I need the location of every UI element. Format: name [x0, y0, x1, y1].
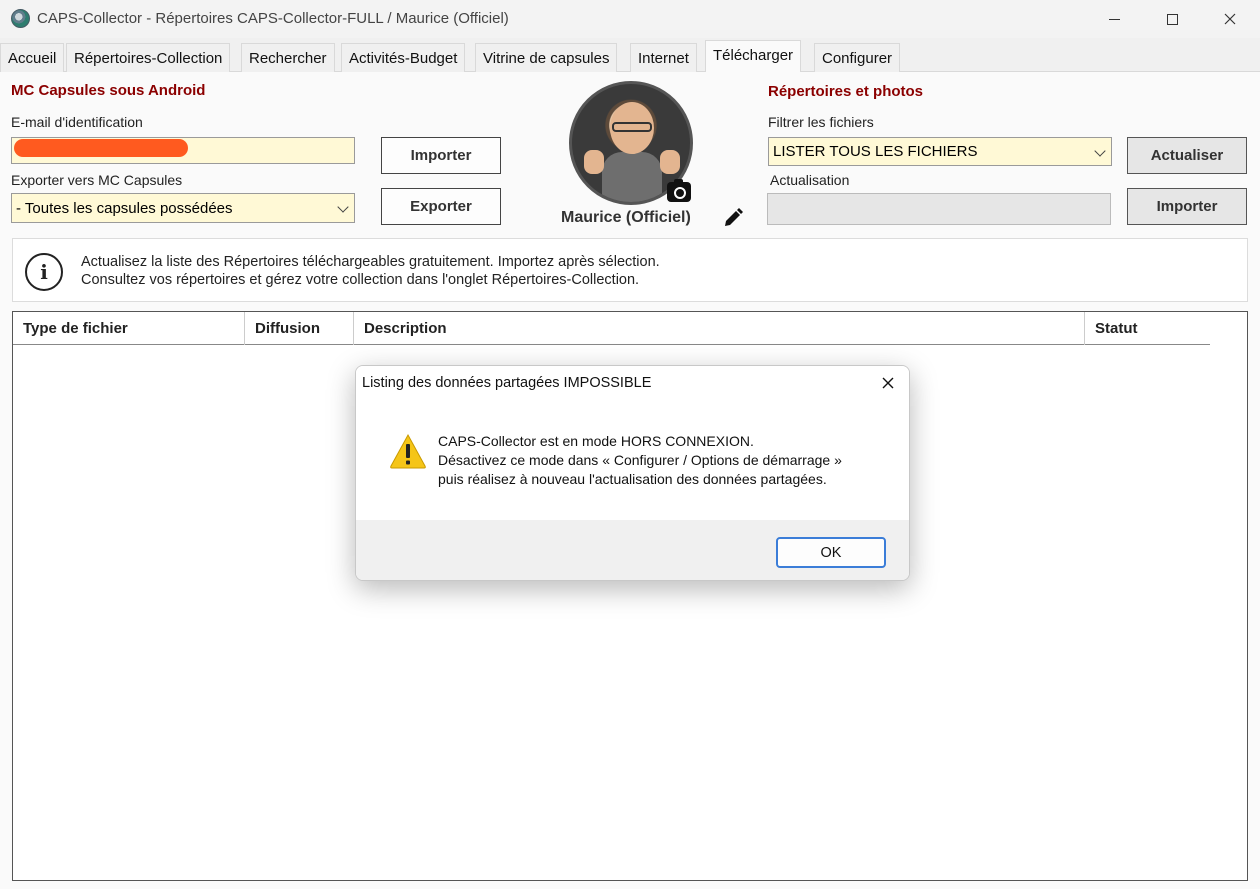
title-bar: CAPS-Collector - Répertoires CAPS-Collec…	[0, 0, 1260, 38]
dialog-close-button[interactable]	[876, 372, 900, 394]
dialog-message-line-1: CAPS-Collector est en mode HORS CONNEXIO…	[438, 433, 754, 449]
redacted-email-mark	[14, 139, 188, 157]
close-icon	[882, 377, 894, 389]
warning-icon	[390, 433, 426, 469]
export-select[interactable]: - Toutes les capsules possédées	[11, 193, 355, 223]
profile-name: Maurice (Officiel)	[561, 209, 691, 226]
minimize-icon	[1108, 18, 1120, 20]
export-label: Exporter vers MC Capsules	[11, 172, 183, 188]
chevron-down-icon	[1094, 145, 1106, 157]
tab-vitrine-de-capsules[interactable]: Vitrine de capsules	[475, 43, 618, 72]
filter-label: Filtrer les fichiers	[768, 114, 874, 130]
minimize-button[interactable]	[1085, 0, 1143, 38]
chevron-down-icon	[337, 201, 349, 213]
pencil-icon[interactable]	[722, 207, 744, 229]
filter-selected-value: LISTER TOUS LES FICHIERS	[773, 143, 978, 160]
column-description[interactable]: Description	[354, 312, 1085, 345]
close-icon	[1224, 13, 1236, 25]
dialog-title-bar: Listing des données partagées IMPOSSIBLE	[356, 366, 909, 400]
column-statut[interactable]: Statut	[1085, 312, 1210, 345]
tab-bar: Accueil Répertoires-Collection Recherche…	[0, 40, 1260, 73]
info-box: i Actualisez la liste des Répertoires té…	[12, 238, 1248, 302]
tab-internet[interactable]: Internet	[630, 43, 697, 72]
export-selected-value: - Toutes les capsules possédées	[16, 200, 233, 217]
filter-select[interactable]: LISTER TOUS LES FICHIERS	[768, 137, 1112, 166]
dialog-message-line-2: Désactivez ce mode dans « Configurer / O…	[438, 452, 842, 468]
update-progress-field	[767, 193, 1111, 225]
tab-accueil[interactable]: Accueil	[0, 43, 65, 72]
import-directories-button[interactable]: Importer	[1127, 188, 1247, 225]
maximize-icon	[1166, 13, 1178, 25]
table-header: Type de fichier Diffusion Description St…	[13, 312, 1210, 345]
export-button[interactable]: Exporter	[381, 188, 501, 225]
camera-icon[interactable]	[667, 179, 691, 202]
ok-button[interactable]: OK	[776, 537, 886, 568]
dialog-title: Listing des données partagées IMPOSSIBLE	[362, 375, 652, 391]
tab-configurer[interactable]: Configurer	[814, 43, 901, 72]
column-type-de-fichier[interactable]: Type de fichier	[13, 312, 245, 345]
refresh-button[interactable]: Actualiser	[1127, 137, 1247, 174]
window-title: CAPS-Collector - Répertoires CAPS-Collec…	[37, 10, 509, 27]
app-icon	[11, 9, 30, 28]
column-diffusion[interactable]: Diffusion	[245, 312, 354, 345]
maximize-button[interactable]	[1143, 0, 1201, 38]
error-dialog: Listing des données partagées IMPOSSIBLE…	[355, 365, 910, 581]
info-icon: i	[25, 253, 63, 291]
dialog-footer: OK	[356, 520, 909, 580]
info-line-1: Actualisez la liste des Répertoires télé…	[81, 254, 660, 270]
android-section-title: MC Capsules sous Android	[11, 82, 206, 99]
directories-section-title: Répertoires et photos	[768, 83, 924, 100]
import-android-button[interactable]: Importer	[381, 137, 501, 174]
update-label: Actualisation	[770, 172, 850, 188]
close-window-button[interactable]	[1201, 0, 1259, 38]
dialog-message-line-3: puis réalisez à nouveau l'actualisation …	[438, 471, 827, 487]
tab-rechercher[interactable]: Rechercher	[241, 43, 335, 72]
tab-repertoires-collection[interactable]: Répertoires-Collection	[66, 43, 231, 72]
email-label: E-mail d'identification	[11, 114, 143, 130]
info-line-2: Consultez vos répertoires et gérez votre…	[81, 272, 640, 288]
tab-telecharger[interactable]: Télécharger	[705, 40, 802, 73]
tab-activites-budget[interactable]: Activités-Budget	[341, 43, 466, 72]
